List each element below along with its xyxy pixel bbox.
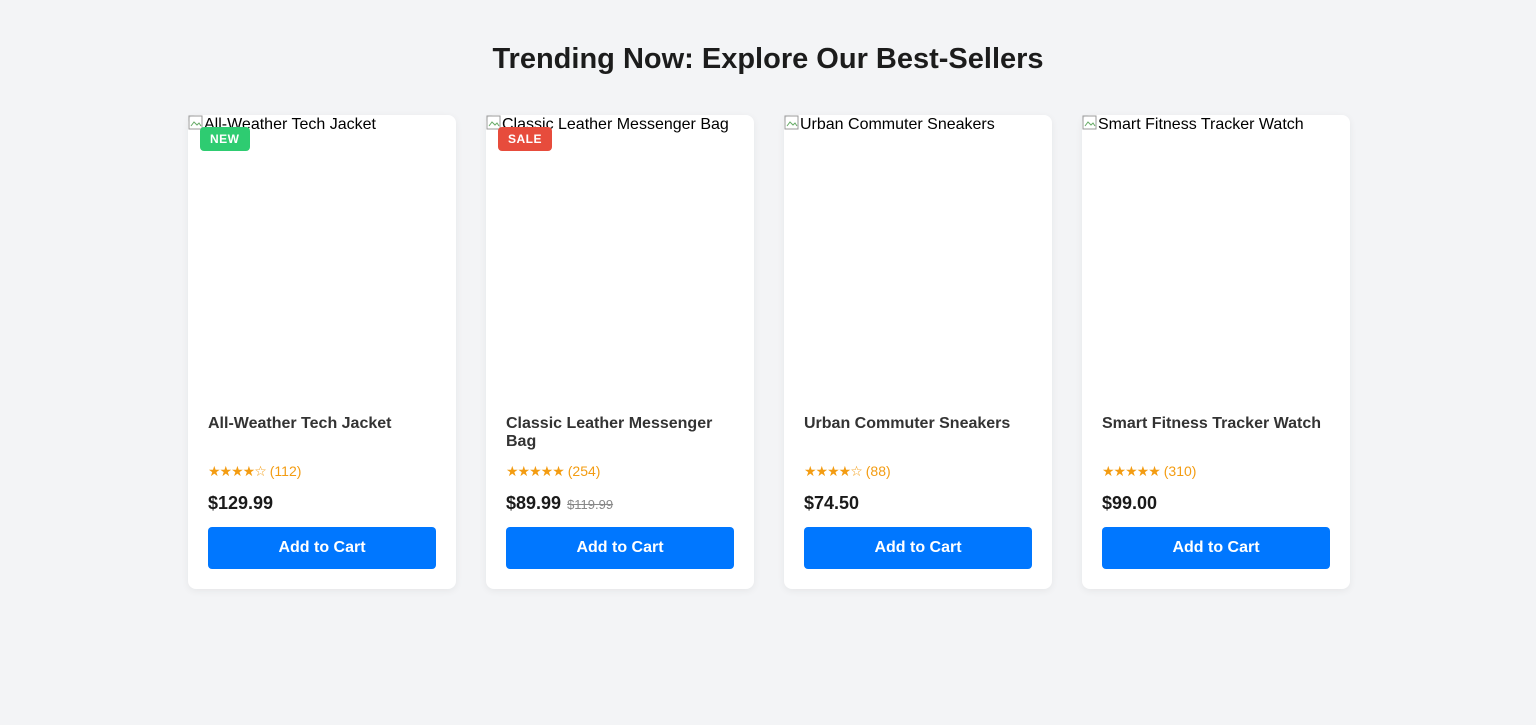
product-card: Urban Commuter Sneakers Urban Commuter S… <box>784 115 1052 589</box>
product-price: $74.50 <box>804 493 860 513</box>
sale-badge: SALE <box>498 127 553 151</box>
image-alt-text: Urban Commuter Sneakers <box>800 116 995 133</box>
review-count[interactable]: (254) <box>568 463 601 479</box>
product-card: Classic Leather Messenger Bag SALE Class… <box>486 115 754 589</box>
add-to-cart-button[interactable]: Add to Cart <box>506 527 734 569</box>
product-price: $89.99 <box>506 493 562 513</box>
product-name[interactable]: All-Weather Tech Jacket <box>208 415 436 453</box>
price-row: $99.00 <box>1102 491 1330 515</box>
product-image[interactable]: Classic Leather Messenger Bag <box>486 115 754 395</box>
new-badge: NEW <box>200 127 250 151</box>
review-count[interactable]: (112) <box>270 463 302 479</box>
product-card: All-Weather Tech Jacket NEW All-Weather … <box>188 115 456 589</box>
product-price: $99.00 <box>1102 493 1158 513</box>
add-to-cart-button[interactable]: Add to Cart <box>208 527 436 569</box>
product-rating: ★★★★★ (310) <box>1102 461 1330 481</box>
product-price: $129.99 <box>208 493 274 513</box>
product-rating: ★★★★☆ (88) <box>804 461 1032 481</box>
product-image[interactable]: Smart Fitness Tracker Watch <box>1082 115 1350 395</box>
product-grid: All-Weather Tech Jacket NEW All-Weather … <box>188 115 1350 589</box>
product-image[interactable]: Urban Commuter Sneakers <box>784 115 1052 395</box>
star-rating-icon: ★★★★★ <box>1102 464 1161 480</box>
broken-image-icon <box>784 115 799 130</box>
product-rating: ★★★★☆ (112) <box>208 461 436 481</box>
image-alt-text: Smart Fitness Tracker Watch <box>1098 116 1304 133</box>
star-rating-icon: ★★★★☆ <box>804 464 863 480</box>
product-image[interactable]: All-Weather Tech Jacket <box>188 115 456 395</box>
add-to-cart-button[interactable]: Add to Cart <box>804 527 1032 569</box>
original-price: $119.99 <box>567 497 614 512</box>
price-row: $129.99 <box>208 491 436 515</box>
page-title: Trending Now: Explore Our Best-Sellers <box>492 43 1044 75</box>
product-name[interactable]: Smart Fitness Tracker Watch <box>1102 415 1330 453</box>
star-rating-icon: ★★★★☆ <box>208 464 267 480</box>
product-name[interactable]: Classic Leather Messenger Bag <box>506 415 734 453</box>
broken-image-icon <box>1082 115 1097 130</box>
star-rating-icon: ★★★★★ <box>506 464 565 480</box>
add-to-cart-button[interactable]: Add to Cart <box>1102 527 1330 569</box>
review-count[interactable]: (310) <box>1164 463 1197 479</box>
price-row: $74.50 <box>804 491 1032 515</box>
price-row: $89.99 $119.99 <box>506 491 734 515</box>
review-count[interactable]: (88) <box>866 463 891 479</box>
product-name[interactable]: Urban Commuter Sneakers <box>804 415 1032 453</box>
product-rating: ★★★★★ (254) <box>506 461 734 481</box>
product-card: Smart Fitness Tracker Watch Smart Fitnes… <box>1082 115 1350 589</box>
